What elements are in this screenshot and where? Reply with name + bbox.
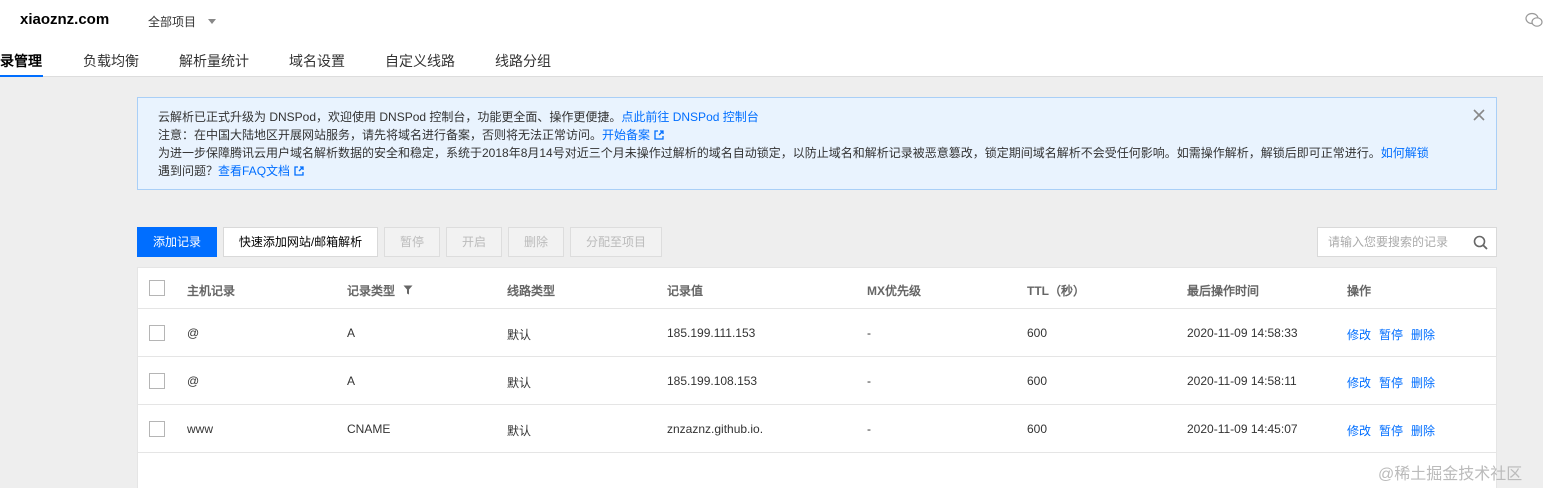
edit-link[interactable]: 修改 — [1347, 328, 1371, 342]
notice-lock-text: 为进一步保障腾讯云用户域名解析数据的安全和稳定，系统于2018年8月14号对近三… — [158, 146, 1381, 160]
col-host: 主机记录 — [187, 284, 236, 298]
cell-type: A — [347, 374, 356, 388]
add-record-button[interactable]: 添加记录 — [137, 227, 217, 257]
record-search — [1317, 227, 1497, 257]
delete-link[interactable]: 删除 — [1411, 376, 1435, 390]
cell-ttl: 600 — [1027, 374, 1048, 388]
delete-link[interactable]: 删除 — [1411, 424, 1435, 438]
select-all-checkbox[interactable] — [149, 280, 165, 296]
top-header: xiaoznz.com 全部项目 录管理 负载均衡 解析量统计 域名设置 自定义… — [0, 0, 1543, 77]
close-icon[interactable] — [1472, 108, 1486, 122]
col-value: 记录值 — [667, 284, 704, 298]
watermark: @稀土掘金技术社区 — [1378, 466, 1523, 483]
edit-link[interactable]: 修改 — [1347, 424, 1371, 438]
table-row: @ A 默认 185.199.111.153 - 600 2020-11-09 … — [138, 309, 1496, 357]
cell-actions: 修改 暂停 删除 — [1347, 422, 1443, 439]
row-checkbox[interactable] — [149, 373, 165, 389]
domain-name: xiaoznz.com — [20, 11, 110, 28]
cell-updated: 2020-11-09 14:45:07 — [1187, 422, 1298, 436]
records-table: 主机记录 记录类型 线路类型 记录值 MX优先级 TTL（秒） 最后操作时间 操… — [137, 267, 1497, 488]
cell-line: 默认 — [507, 424, 532, 438]
cell-actions: 修改 暂停 删除 — [1347, 374, 1443, 391]
pause-link[interactable]: 暂停 — [1379, 376, 1403, 390]
tab-domain-settings[interactable]: 域名设置 — [289, 48, 345, 77]
tab-bar: 录管理 负载均衡 解析量统计 域名设置 自定义线路 线路分组 — [0, 48, 551, 77]
start-icp-link[interactable]: 开始备案 — [602, 128, 664, 142]
pause-link[interactable]: 暂停 — [1379, 328, 1403, 342]
cell-value: 185.199.111.153 — [667, 326, 756, 340]
tab-record-management[interactable]: 录管理 — [0, 48, 43, 77]
col-type: 记录类型 — [347, 282, 413, 299]
cell-actions: 修改 暂停 删除 — [1347, 326, 1443, 343]
edit-link[interactable]: 修改 — [1347, 376, 1371, 390]
notice-line-icp: 注意：在中国大陆地区开展网站服务，请先将域名进行备案，否则将无法正常访问。开始备… — [158, 126, 1476, 144]
notice-line-faq: 遇到问题？查看FAQ文档 — [158, 162, 1476, 180]
notice-line-upgrade: 云解析已正式升级为 DNSPod，欢迎使用 DNSPod 控制台，功能更全面、操… — [158, 108, 1476, 126]
row-checkbox[interactable] — [149, 421, 165, 437]
faq-link-label: 查看FAQ文档 — [218, 164, 291, 178]
notice-icp-text: 注意：在中国大陆地区开展网站服务，请先将域名进行备案，否则将无法正常访问。 — [158, 128, 603, 142]
cell-host: www — [187, 422, 213, 436]
record-toolbar: 添加记录 快速添加网站/邮箱解析 暂停 开启 删除 分配至项目 — [137, 227, 668, 257]
cell-ttl: 600 — [1027, 326, 1048, 340]
cell-updated: 2020-11-09 14:58:33 — [1187, 326, 1298, 340]
pause-button[interactable]: 暂停 — [384, 227, 440, 257]
tab-custom-routes[interactable]: 自定义线路 — [385, 48, 455, 77]
cell-ttl: 600 — [1027, 422, 1048, 436]
table-header: 主机记录 记录类型 线路类型 记录值 MX优先级 TTL（秒） 最后操作时间 操… — [138, 268, 1496, 309]
faq-link[interactable]: 查看FAQ文档 — [218, 164, 304, 178]
cell-line: 默认 — [507, 376, 532, 390]
cell-value: 185.199.108.153 — [667, 374, 758, 388]
assign-project-button[interactable]: 分配至项目 — [570, 227, 662, 257]
project-label: 全部项目 — [148, 15, 197, 29]
cell-line: 默认 — [507, 328, 532, 342]
search-icon[interactable] — [1473, 235, 1488, 250]
how-to-unlock-link[interactable]: 如何解锁 — [1381, 146, 1429, 160]
tab-load-balance[interactable]: 负载均衡 — [83, 48, 139, 77]
pause-link[interactable]: 暂停 — [1379, 424, 1403, 438]
cell-value: znzaznz.github.io. — [667, 422, 764, 436]
external-link-icon — [654, 130, 664, 140]
cell-mx: - — [867, 374, 871, 388]
col-type-label: 记录类型 — [347, 284, 396, 298]
notice-upgrade-text: 云解析已正式升级为 DNSPod，欢迎使用 DNSPod 控制台，功能更全面、操… — [158, 110, 622, 124]
table-row: @ A 默认 185.199.108.153 - 600 2020-11-09 … — [138, 357, 1496, 405]
row-checkbox[interactable] — [149, 325, 165, 341]
search-input[interactable] — [1318, 228, 1468, 256]
delete-button[interactable]: 删除 — [508, 227, 564, 257]
filter-icon[interactable] — [403, 285, 413, 295]
col-line: 线路类型 — [507, 284, 556, 298]
col-actions: 操作 — [1347, 284, 1372, 298]
cell-type: CNAME — [347, 422, 391, 436]
col-updated: 最后操作时间 — [1187, 284, 1260, 298]
cell-mx: - — [867, 422, 871, 436]
quick-add-button[interactable]: 快速添加网站/邮箱解析 — [223, 227, 378, 257]
cell-type: A — [347, 326, 356, 340]
start-icp-link-label: 开始备案 — [602, 128, 651, 142]
chevron-down-icon — [208, 19, 217, 24]
notice-line-lock: 为进一步保障腾讯云用户域名解析数据的安全和稳定，系统于2018年8月14号对近三… — [158, 144, 1476, 162]
cell-updated: 2020-11-09 14:58:11 — [1187, 374, 1297, 388]
col-mx: MX优先级 — [867, 284, 922, 298]
delete-link[interactable]: 删除 — [1411, 328, 1435, 342]
external-link-icon — [294, 166, 304, 176]
project-selector[interactable]: 全部项目 — [148, 13, 217, 30]
table-row: www CNAME 默认 znzaznz.github.io. - 600 20… — [138, 405, 1496, 453]
notice-banner: 云解析已正式升级为 DNSPod，欢迎使用 DNSPod 控制台，功能更全面、操… — [137, 97, 1497, 190]
notice-faq-text: 遇到问题？ — [158, 164, 219, 178]
col-ttl: TTL（秒） — [1027, 284, 1085, 298]
cell-host: @ — [187, 326, 200, 340]
cell-host: @ — [187, 374, 200, 388]
cell-mx: - — [867, 326, 871, 340]
wechat-icon[interactable] — [1525, 12, 1543, 28]
enable-button[interactable]: 开启 — [446, 227, 502, 257]
tab-resolution-stats[interactable]: 解析量统计 — [179, 48, 249, 77]
tab-route-groups[interactable]: 线路分组 — [495, 48, 551, 77]
dnspod-console-link[interactable]: 点此前往 DNSPod 控制台 — [621, 110, 758, 124]
